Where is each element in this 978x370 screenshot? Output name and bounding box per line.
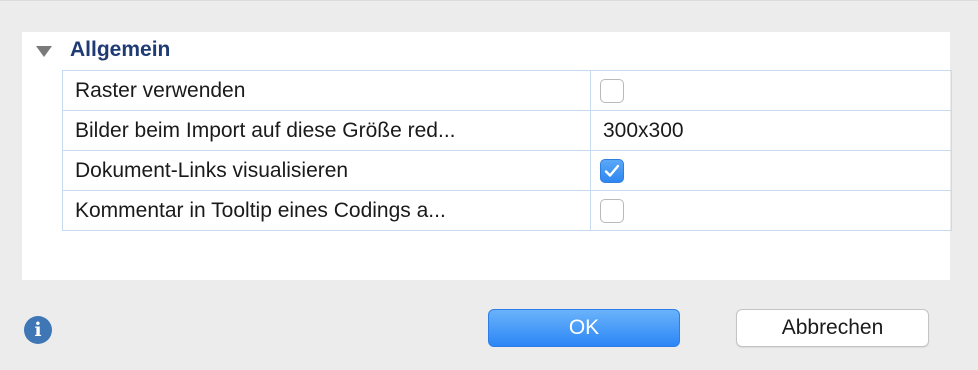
setting-label: Raster verwenden (62, 71, 591, 110)
section-title: Allgemein (70, 38, 171, 61)
disclosure-triangle-icon[interactable] (36, 45, 52, 57)
settings-panel: Allgemein Raster verwenden Bilder beim I… (22, 32, 952, 280)
document-links-checkbox[interactable] (600, 158, 624, 183)
setting-label: Bilder beim Import auf diese Größe red..… (62, 111, 591, 150)
raster-checkbox[interactable] (600, 78, 624, 103)
ok-button[interactable]: OK (488, 309, 680, 347)
setting-value-cell (591, 151, 952, 190)
checkmark-icon (604, 164, 620, 177)
settings-row: Raster verwenden (62, 71, 952, 111)
setting-label: Kommentar in Tooltip eines Codings a... (62, 191, 591, 230)
setting-label: Dokument-Links visualisieren (62, 151, 591, 190)
window-top-border (0, 0, 978, 1)
settings-row: Bilder beim Import auf diese Größe red..… (62, 111, 952, 151)
cancel-button[interactable]: Abbrechen (736, 309, 929, 347)
section-header[interactable]: Allgemein (22, 32, 950, 68)
info-icon[interactable]: i (24, 316, 52, 344)
settings-row: Kommentar in Tooltip eines Codings a... (62, 191, 952, 231)
settings-table: Raster verwenden Bilder beim Import auf … (62, 70, 952, 231)
setting-value-cell (591, 71, 952, 110)
image-size-field[interactable]: 300x300 (591, 111, 952, 150)
settings-row: Dokument-Links visualisieren (62, 151, 952, 191)
comment-tooltip-checkbox[interactable] (600, 198, 624, 223)
setting-value-cell (591, 191, 952, 230)
